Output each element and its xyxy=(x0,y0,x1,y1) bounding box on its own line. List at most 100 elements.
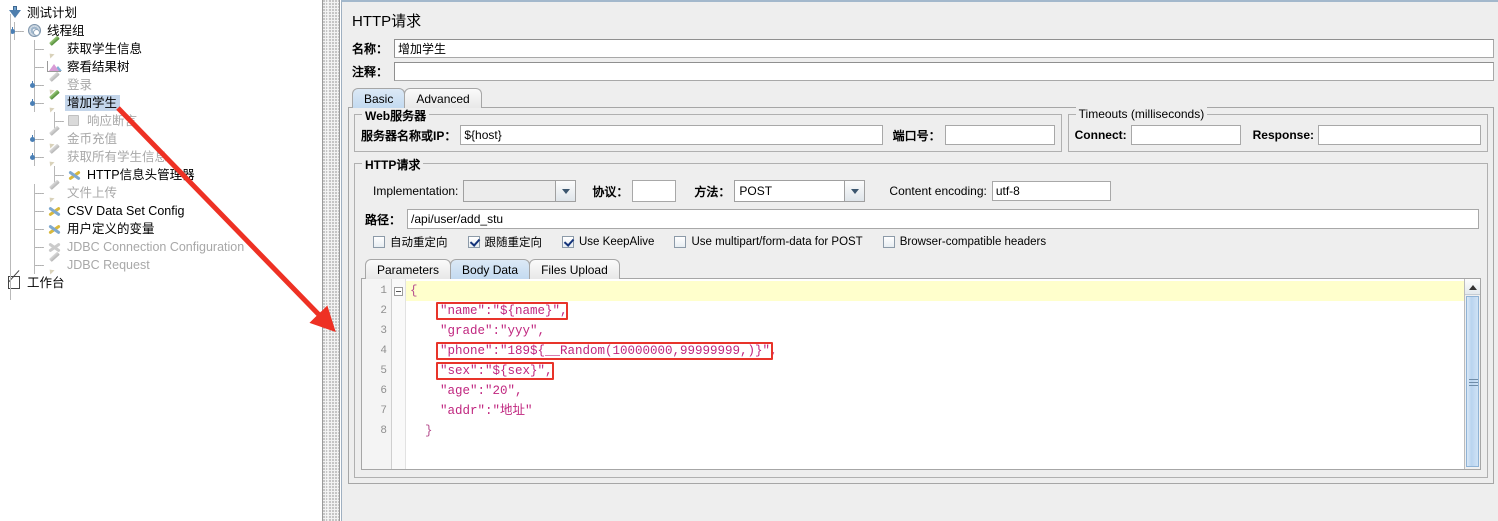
code-line[interactable]: "phone":"189${__Random(10000000,99999999… xyxy=(406,341,1480,361)
tree-item-label: 线程组 xyxy=(47,24,85,38)
body-data-editor[interactable]: 1 2 3 4 5 6 7 8 { "name":"${name}", "grade":"yy… xyxy=(361,278,1481,470)
tree-item[interactable]: 金币充值 xyxy=(0,125,322,149)
tab-body-data[interactable]: Body Data xyxy=(450,259,531,279)
tree-item[interactable]: 工作台 xyxy=(0,274,322,292)
editor-code-area[interactable]: { "name":"${name}", "grade":"yyy", "phon… xyxy=(406,279,1480,469)
response-label: Response: xyxy=(1252,128,1314,142)
tree-item[interactable]: HTTP信息头管理器 xyxy=(0,166,322,184)
line-number: 6 xyxy=(380,385,387,397)
tab-files-upload[interactable]: Files Upload xyxy=(529,259,620,279)
http-option-checkbox[interactable]: 跟随重定向 xyxy=(467,234,542,250)
response-timeout-input[interactable] xyxy=(1318,125,1481,145)
tree-item[interactable]: CSV Data Set Config xyxy=(0,202,322,220)
user-variables-icon xyxy=(46,221,63,237)
comment-label: 注释： xyxy=(352,64,389,79)
tree-item-label: 登录 xyxy=(67,78,93,92)
tree-item-label: 获取学生信息 xyxy=(67,42,143,56)
tree-item-label: JDBC Connection Configuration xyxy=(67,240,245,254)
fold-marker[interactable] xyxy=(392,281,405,301)
http-request-group-title: HTTP请求 xyxy=(362,156,424,173)
path-label: 路径： xyxy=(365,212,402,227)
http-sampler-icon xyxy=(46,179,63,203)
content-encoding-input[interactable] xyxy=(991,181,1111,201)
tree-expander-icon[interactable] xyxy=(30,99,39,108)
editor-fold-column[interactable] xyxy=(392,279,406,469)
tree-item[interactable]: 用户定义的变量 xyxy=(0,220,322,238)
scroll-up-arrow-icon[interactable] xyxy=(1465,279,1480,295)
tree-item[interactable]: JDBC Request xyxy=(0,251,322,275)
code-line-text: "addr":"地址" xyxy=(410,404,533,418)
server-label: 服务器名称或IP： xyxy=(361,128,457,143)
tree-item[interactable]: 察看结果树 xyxy=(0,58,322,76)
implementation-value xyxy=(464,181,556,201)
checkbox-box-icon[interactable] xyxy=(562,236,574,248)
http-option-checkbox[interactable]: Use KeepAlive xyxy=(562,236,654,248)
checkbox-label: Browser-compatible headers xyxy=(899,236,1047,248)
code-line[interactable]: "age":"20", xyxy=(406,381,1480,401)
line-number: 5 xyxy=(380,365,387,377)
port-label: 端口号： xyxy=(892,128,941,143)
editor-vertical-scrollbar[interactable] xyxy=(1464,279,1480,469)
line-number: 7 xyxy=(380,405,387,417)
tree-item[interactable]: 增加学生 xyxy=(0,89,322,113)
checkbox-box-icon[interactable] xyxy=(882,236,895,248)
tree-item[interactable]: 线程组 xyxy=(0,22,322,40)
tree-item[interactable]: 文件上传 xyxy=(0,179,322,203)
tab-basic[interactable]: Basic xyxy=(352,88,406,108)
tree-expander-icon[interactable] xyxy=(30,135,39,144)
implementation-select[interactable] xyxy=(463,180,577,202)
tree-item[interactable]: JDBC Connection Configuration xyxy=(0,238,322,256)
name-input[interactable] xyxy=(394,38,1494,58)
tree-item-label: 金币充值 xyxy=(67,132,118,146)
jdbc-request-icon xyxy=(46,251,63,275)
tree-item-label: 获取所有学生信息 xyxy=(67,150,168,164)
collapse-icon[interactable] xyxy=(394,287,403,297)
tree-item-label: 用户定义的变量 xyxy=(67,222,155,236)
checkbox-box-icon[interactable] xyxy=(373,236,385,248)
timeouts-group-title: Timeouts (milliseconds) xyxy=(1075,107,1208,121)
http-option-checkbox[interactable]: Browser-compatible headers xyxy=(882,236,1047,248)
code-line-text: "sex":"${sex}", xyxy=(410,364,553,378)
tree-expander-icon[interactable] xyxy=(10,27,19,36)
tree-item[interactable]: 获取学生信息 xyxy=(0,35,322,59)
code-line[interactable]: "sex":"${sex}", xyxy=(406,361,1480,381)
body-tabstrip: Parameters Body Data Files Upload xyxy=(365,258,1481,279)
connect-timeout-input[interactable] xyxy=(1130,125,1241,145)
panel-splitter[interactable] xyxy=(322,0,340,521)
name-label: 名称： xyxy=(352,41,389,56)
code-line[interactable]: { xyxy=(406,281,1480,301)
page-title: HTTP请求 xyxy=(352,13,422,30)
code-line[interactable]: "grade":"yyy", xyxy=(406,321,1480,341)
path-input[interactable] xyxy=(407,209,1479,229)
server-name-input[interactable] xyxy=(460,125,883,145)
protocol-input[interactable] xyxy=(632,180,677,202)
scrollbar-thumb[interactable] xyxy=(1466,296,1479,467)
test-plan-tree-panel[interactable]: 测试计划线程组获取学生信息察看结果树登录 增加学生 响应断言金币充值获取所有学生信息… xyxy=(0,0,322,521)
code-line[interactable]: "addr":"地址" xyxy=(406,401,1480,421)
checkbox-box-icon[interactable] xyxy=(674,236,687,248)
fold-marker xyxy=(392,361,405,381)
tree-item[interactable]: 获取所有学生信息 xyxy=(0,143,322,167)
tree-item[interactable]: 登录 xyxy=(0,71,322,95)
code-line-text: } xyxy=(410,424,433,438)
tree-item[interactable]: 测试计划 xyxy=(0,4,322,22)
checkbox-box-icon[interactable] xyxy=(467,236,480,248)
tab-parameters[interactable]: Parameters xyxy=(365,259,452,279)
line-number: 8 xyxy=(380,425,387,437)
code-line[interactable]: } xyxy=(406,421,1480,441)
http-option-checkbox[interactable]: Use multipart/form-data for POST xyxy=(674,236,863,248)
tree-item-label: CSV Data Set Config xyxy=(67,204,185,218)
web-server-group-title: Web服务器 xyxy=(362,107,430,124)
tab-advanced[interactable]: Advanced xyxy=(404,88,482,108)
tree-item[interactable]: 响应断言 xyxy=(0,112,322,130)
fold-marker xyxy=(392,321,405,341)
http-option-checkbox[interactable]: 自动重定向 xyxy=(373,234,448,250)
code-line[interactable]: "name":"${name}", xyxy=(406,301,1480,321)
port-input[interactable] xyxy=(944,125,1055,145)
method-select[interactable]: POST xyxy=(734,180,866,202)
comment-input[interactable] xyxy=(394,61,1494,81)
code-line-text: "grade":"yyy", xyxy=(410,324,546,338)
tree-expander-icon[interactable] xyxy=(30,153,39,162)
name-field-row: 名称： xyxy=(348,38,1494,58)
tree-expander-icon[interactable] xyxy=(30,81,39,90)
